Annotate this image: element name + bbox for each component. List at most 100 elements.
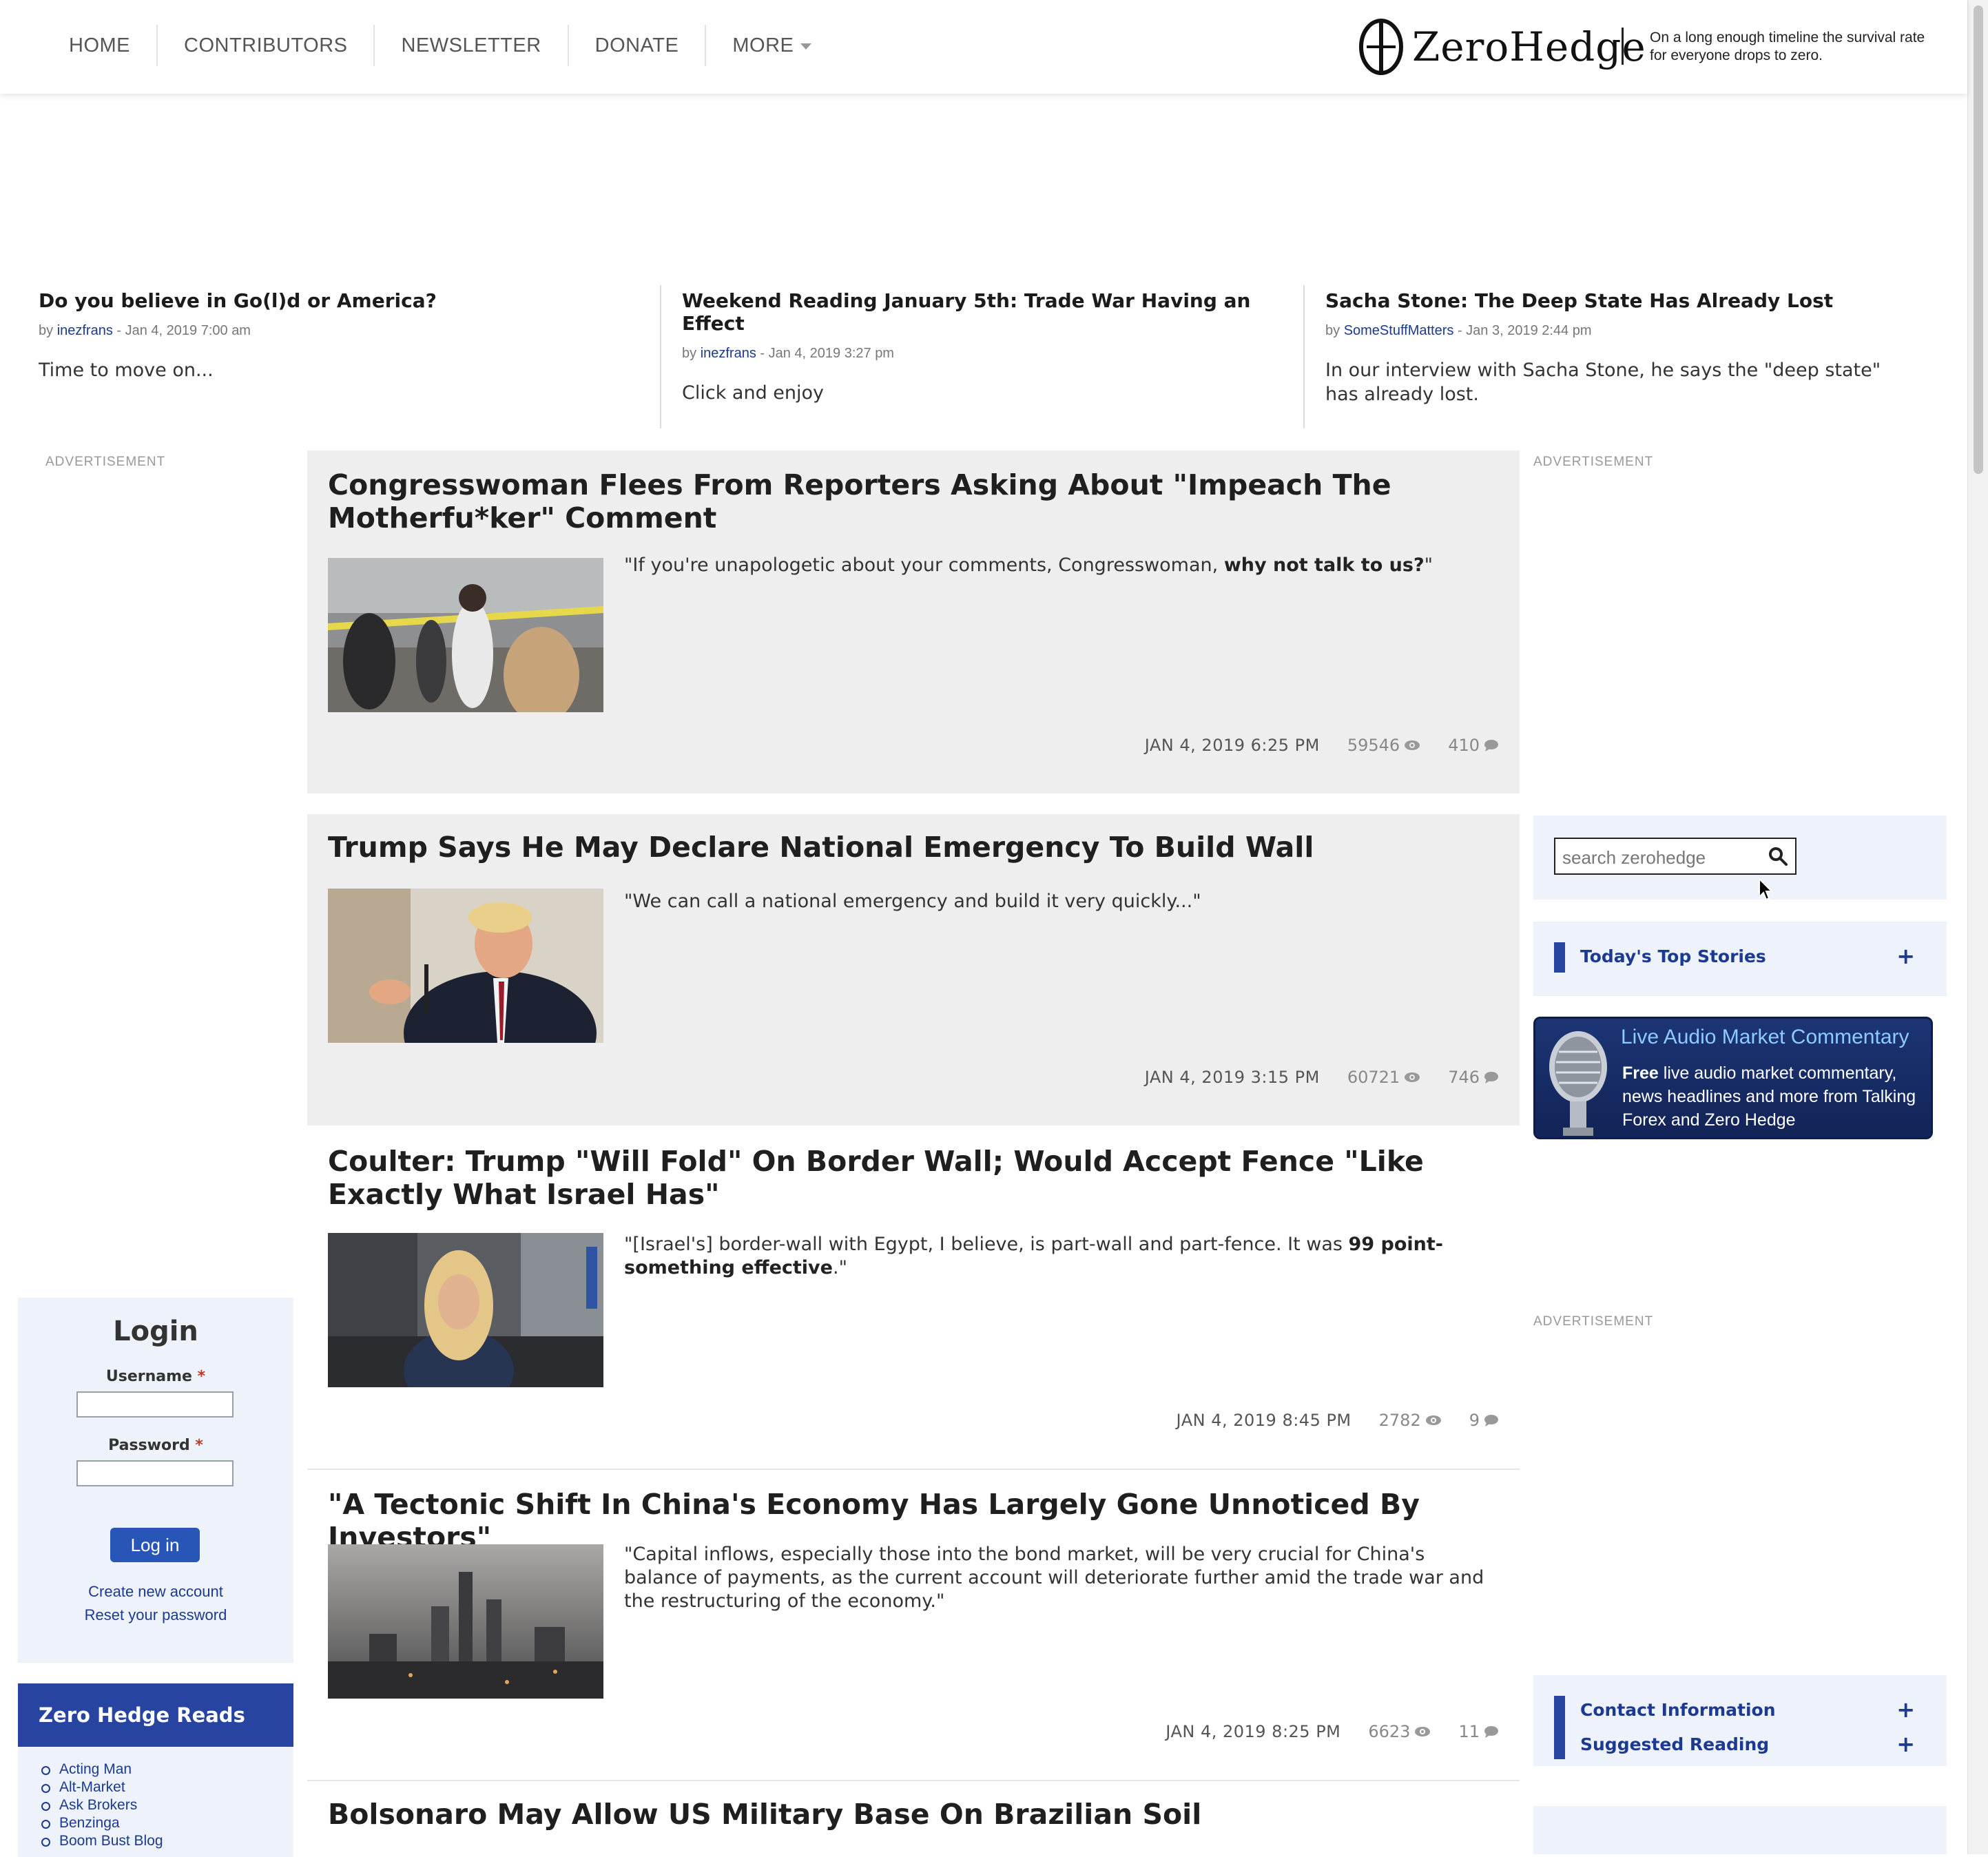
- comment-count[interactable]: 11: [1458, 1722, 1499, 1741]
- contact-toggle[interactable]: Contact Information +: [1554, 1696, 1915, 1759]
- info-panel: Contact Information + Suggested Reading …: [1533, 1675, 1947, 1766]
- article-card: Trump Says He May Declare National Emerg…: [307, 814, 1520, 1125]
- featured-post-title[interactable]: Weekend Reading January 5th: Trade War H…: [682, 289, 1288, 335]
- login-block: Login Username * Password * Log in Creat…: [18, 1298, 293, 1663]
- chevron-down-icon: [800, 43, 812, 50]
- article-card: "A Tectonic Shift In China's Economy Has…: [307, 1470, 1520, 1781]
- mouse-cursor-icon: [1759, 878, 1774, 901]
- logo-divider: [1622, 28, 1624, 65]
- comment-icon: [1484, 1072, 1498, 1083]
- reads-link[interactable]: Boom Bust Blog: [41, 1832, 293, 1850]
- nav-more-label: MORE: [732, 34, 794, 56]
- main-nav: HOME CONTRIBUTORS NEWSLETTER DONATE MORE: [43, 25, 838, 66]
- comment-count[interactable]: 746: [1448, 1068, 1499, 1087]
- accent-bar: [1554, 942, 1565, 973]
- article-title[interactable]: Bolsonaro May Allow US Military Base On …: [328, 1798, 1499, 1831]
- eye-icon: [1425, 1415, 1441, 1425]
- plus-icon[interactable]: +: [1896, 944, 1915, 968]
- comment-icon: [1484, 1415, 1498, 1427]
- author-link[interactable]: inezfrans: [701, 346, 756, 361]
- article-meta: JAN 4, 2019 6:25 PM 59546 410: [1145, 736, 1499, 755]
- reads-link[interactable]: Alt-Market: [41, 1778, 293, 1796]
- password-field[interactable]: [76, 1460, 234, 1486]
- featured-post-title[interactable]: Do you believe in Go(l)d or America?: [39, 289, 645, 312]
- audio-banner-title: Live Audio Market Commentary: [1621, 1026, 1909, 1048]
- article-meta: JAN 4, 2019 8:25 PM 6623 11: [1166, 1722, 1499, 1741]
- article-date: JAN 4, 2019 6:25 PM: [1144, 736, 1320, 755]
- article-card: Congresswoman Flees From Reporters Askin…: [307, 450, 1520, 793]
- nav-contributors[interactable]: CONTRIBUTORS: [158, 25, 375, 66]
- article-thumbnail[interactable]: [328, 1233, 603, 1387]
- featured-post-title[interactable]: Sacha Stone: The Deep State Has Already …: [1325, 289, 1918, 312]
- article-title[interactable]: Congresswoman Flees From Reporters Askin…: [328, 468, 1499, 535]
- advertisement-label: ADVERTISEMENT: [45, 455, 166, 469]
- article-thumbnail[interactable]: [328, 558, 603, 712]
- reads-link[interactable]: Ask Brokers: [41, 1796, 293, 1814]
- suggested-label: Suggested Reading: [1580, 1734, 1770, 1754]
- search-input[interactable]: search zerohedge: [1554, 838, 1797, 875]
- article-thumbnail[interactable]: [328, 1544, 603, 1699]
- live-audio-banner[interactable]: Live Audio Market Commentary Free live a…: [1533, 1017, 1933, 1139]
- scrollbar[interactable]: [1967, 0, 1988, 1854]
- featured-post-meta: by inezfrans - Jan 4, 2019 3:27 pm: [682, 346, 894, 361]
- comment-icon: [1484, 1726, 1498, 1738]
- article-date: JAN 4, 2019 3:15 PM: [1144, 1068, 1320, 1087]
- article-date: JAN 4, 2019 8:45 PM: [1176, 1411, 1352, 1430]
- reads-list: Acting Man Alt-Market Ask Brokers Benzin…: [18, 1747, 293, 1857]
- comment-count[interactable]: 410: [1448, 736, 1499, 755]
- audio-banner-body: Free live audio market commentary, news …: [1622, 1064, 1916, 1130]
- search-panel: search zerohedge: [1533, 816, 1947, 900]
- article-teaser: "We can call a national emergency and bu…: [624, 891, 1201, 912]
- featured-post: Do you believe in Go(l)d or America? by …: [39, 289, 645, 382]
- nav-more[interactable]: MORE: [706, 25, 838, 66]
- divider: [1303, 285, 1305, 428]
- plus-icon[interactable]: +: [1896, 1697, 1915, 1722]
- article-teaser: "Capital inflows, especially those into …: [624, 1544, 1484, 1612]
- article-date: JAN 4, 2019 8:25 PM: [1166, 1722, 1341, 1741]
- author-link[interactable]: inezfrans: [57, 323, 113, 338]
- suggested-toggle[interactable]: Suggested Reading +: [1554, 1730, 1915, 1761]
- comment-count[interactable]: 9: [1469, 1411, 1499, 1430]
- top-stories-toggle[interactable]: Today's Top Stories +: [1554, 942, 1915, 973]
- article-teaser: "[Israel's] border-wall with Egypt, I be…: [624, 1234, 1443, 1278]
- site-logo[interactable]: ZeroHedge: [1358, 18, 1646, 76]
- advertisement-label: ADVERTISEMENT: [1533, 1314, 1654, 1329]
- featured-post-body: Time to move on...: [39, 360, 214, 381]
- article-card: Bolsonaro May Allow US Military Base On …: [307, 1780, 1520, 1854]
- password-label: Password *: [108, 1437, 203, 1454]
- eye-icon: [1415, 1727, 1431, 1736]
- view-count: 59546: [1347, 736, 1420, 755]
- create-account-link[interactable]: Create new account: [18, 1583, 293, 1601]
- top-stories-label: Today's Top Stories: [1580, 946, 1766, 966]
- microphone-icon: [1549, 1031, 1607, 1136]
- article-thumbnail[interactable]: [328, 889, 603, 1043]
- nav-donate[interactable]: DONATE: [569, 25, 707, 66]
- article-title[interactable]: Trump Says He May Declare National Emerg…: [328, 831, 1499, 864]
- featured-post: Sacha Stone: The Deep State Has Already …: [1325, 289, 1918, 406]
- login-button[interactable]: Log in: [110, 1528, 200, 1562]
- article-meta: JAN 4, 2019 3:15 PM 60721 746: [1145, 1068, 1499, 1087]
- username-label: Username *: [105, 1368, 206, 1385]
- featured-post-body: In our interview with Sacha Stone, he sa…: [1325, 360, 1881, 405]
- view-count: 6623: [1368, 1722, 1431, 1741]
- top-navigation-bar: HOME CONTRIBUTORS NEWSLETTER DONATE MORE…: [0, 0, 1967, 94]
- scroll-thumb[interactable]: [1974, 6, 1983, 474]
- reset-password-link[interactable]: Reset your password: [18, 1606, 293, 1624]
- featured-post-meta: by inezfrans - Jan 4, 2019 7:00 am: [39, 323, 251, 338]
- reads-link[interactable]: Acting Man: [41, 1761, 293, 1778]
- site-tagline: On a long enough timeline the survival r…: [1650, 30, 1925, 63]
- article-title[interactable]: Coulter: Trump "Will Fold" On Border Wal…: [328, 1145, 1499, 1211]
- logo-text: ZeroHedge: [1412, 23, 1646, 70]
- username-field[interactable]: [76, 1391, 234, 1418]
- author-link[interactable]: SomeStuffMatters: [1344, 323, 1454, 338]
- top-stories-panel: Today's Top Stories +: [1533, 922, 1947, 996]
- reads-link[interactable]: Benzinga: [41, 1814, 293, 1832]
- search-icon[interactable]: [1768, 846, 1788, 867]
- nav-home[interactable]: HOME: [43, 25, 158, 66]
- reads-heading: Zero Hedge Reads: [18, 1683, 293, 1747]
- view-count: 60721: [1347, 1068, 1420, 1087]
- login-title: Login: [113, 1316, 198, 1347]
- nav-newsletter[interactable]: NEWSLETTER: [375, 25, 569, 66]
- article-meta: JAN 4, 2019 8:45 PM 2782 9: [1177, 1411, 1499, 1430]
- plus-icon[interactable]: +: [1896, 1732, 1915, 1756]
